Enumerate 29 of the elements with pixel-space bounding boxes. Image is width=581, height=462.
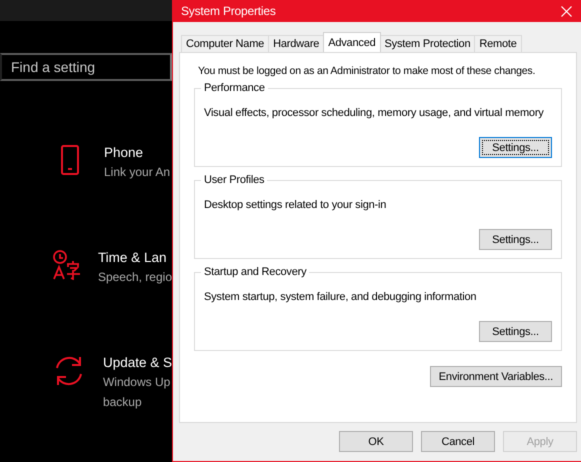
tab[interactable]: Computer Name [181,35,270,52]
tab[interactable]: System Protection [380,35,476,52]
group-description: Desktop settings related to your sign-in [204,199,388,211]
close-icon[interactable] [560,6,572,16]
setting-description: Speech, regio [98,269,172,285]
dialog-button[interactable]: OK [339,431,413,452]
phone-icon [61,145,79,175]
group-title: User Profiles [201,174,268,186]
setting-title[interactable]: Time & Lan [98,250,172,265]
setting-description: backup [102,394,143,410]
dialog-button[interactable]: Cancel [421,431,495,452]
group-description: System startup, system failure, and debugging information [204,291,478,303]
tab[interactable]: Advanced [323,32,381,52]
search-field[interactable]: Find a setting [0,53,172,81]
environment-variables-button[interactable]: Environment Variables... [430,366,562,387]
setting-description: Link your An [104,164,170,180]
group-title: Performance [201,82,268,94]
settings-button[interactable]: Settings... [479,229,552,250]
window-title: System Properties [181,4,276,18]
setting-title[interactable]: Update & S [102,355,172,370]
settings-button[interactable]: Settings... [479,137,552,158]
time-language-icon [52,250,82,280]
setting-description: Windows Up [102,374,172,390]
notice-text: You must be logged on as an Administrator to make most of these changes. [198,65,536,77]
group-title: Startup and Recovery [201,266,310,278]
setting-title[interactable]: Phone [104,145,170,160]
group-description: Visual effects, processor scheduling, memory usage, and virtual memory [204,107,545,119]
tab[interactable]: Remote [474,35,522,52]
settings-button[interactable]: Settings... [479,321,552,342]
